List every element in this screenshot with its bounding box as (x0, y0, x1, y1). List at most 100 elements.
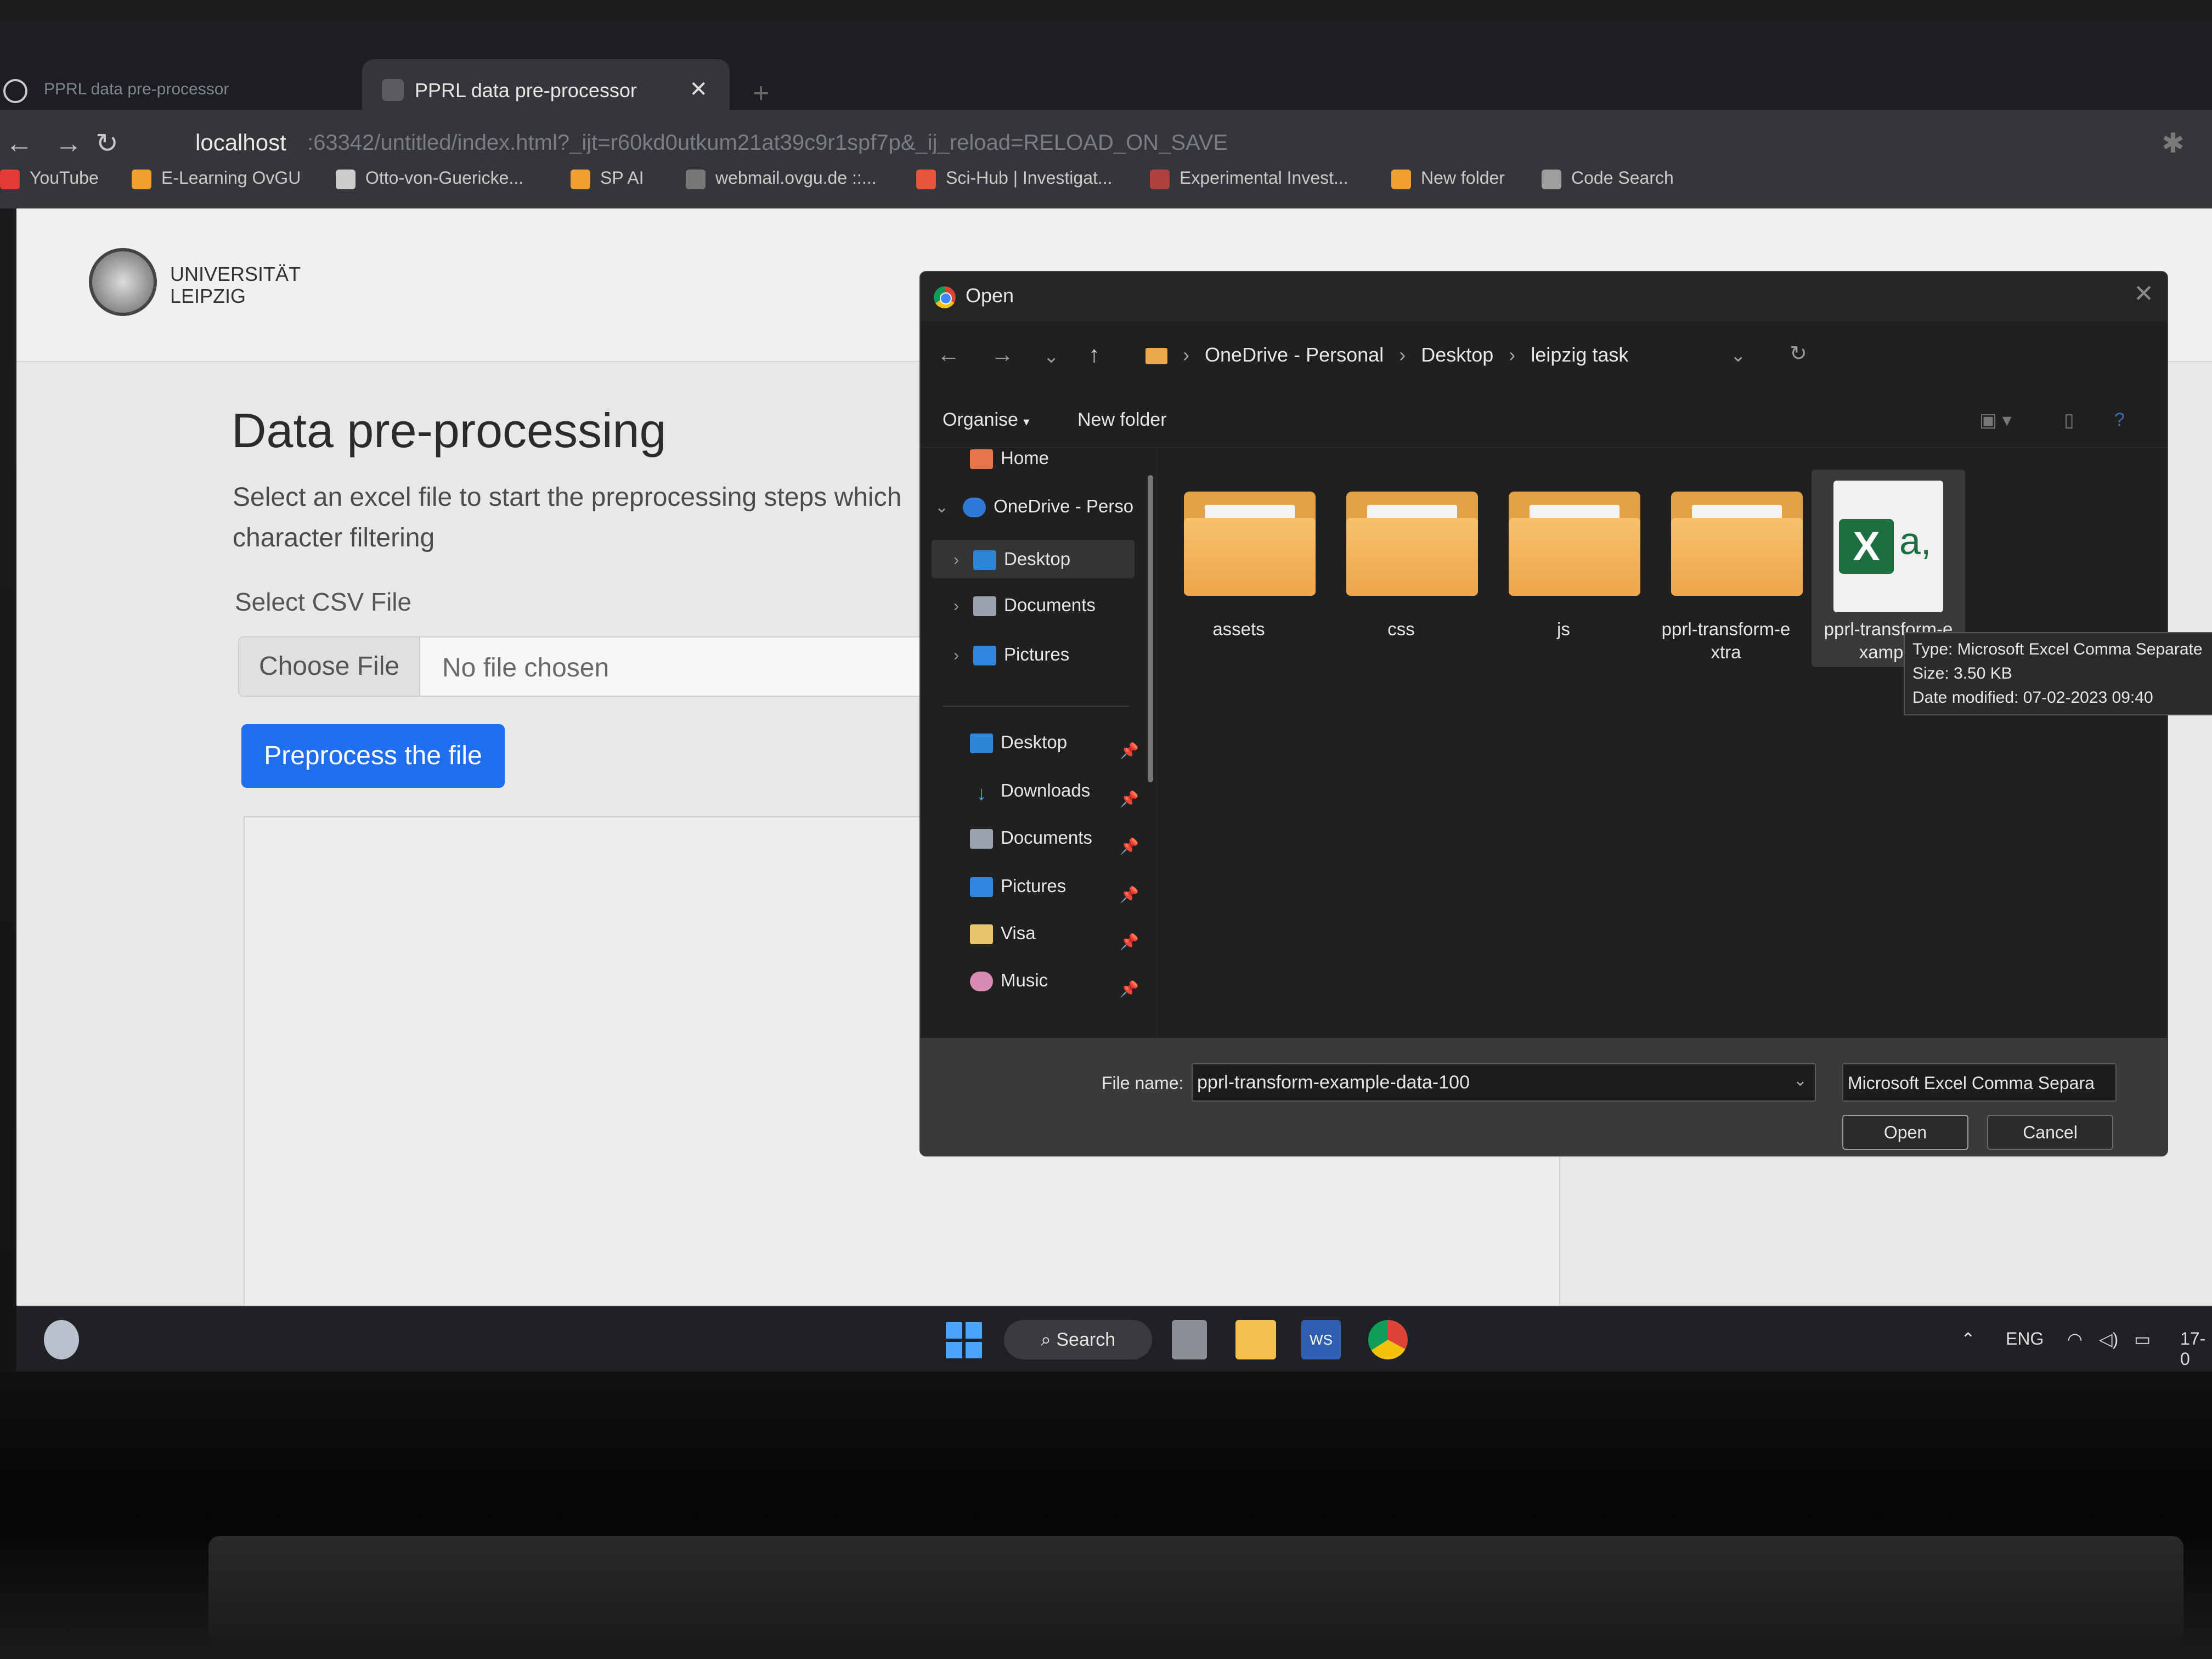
bookmark-item[interactable]: E-Learning OvGU (132, 168, 301, 189)
nav-onedrive[interactable]: ⌄ OneDrive - Perso (935, 496, 1133, 534)
pictures-icon (970, 877, 993, 898)
bookmark-item[interactable]: YouTube (0, 168, 99, 189)
chevron-down-icon[interactable]: ⌄ (1793, 1071, 1807, 1090)
choose-file-button[interactable]: Choose File (239, 637, 420, 696)
quick-access-desktop[interactable]: Desktop 📌 (970, 732, 1151, 770)
chevron-right-icon: › (953, 551, 959, 569)
wifi-icon[interactable]: ◠ (2067, 1329, 2083, 1350)
webstorm-icon[interactable]: WS (1301, 1320, 1341, 1359)
bookmark-label: SP AI (600, 168, 644, 188)
bookmark-favicon-icon (571, 169, 590, 189)
language-indicator[interactable]: ENG (2006, 1329, 2044, 1349)
music-icon (970, 972, 993, 992)
item-label: pprl-transform-e xtra (1661, 619, 1791, 662)
logo-line-1: UNIVERSITÄT (170, 263, 301, 285)
bookmark-label: Otto-von-Guericke... (365, 168, 524, 188)
bookmark-item[interactable]: New folder (1391, 168, 1505, 189)
pin-icon: 📌 (1120, 886, 1139, 903)
taskbar-search[interactable]: ⌕ Search (1004, 1320, 1152, 1359)
weather-icon[interactable] (44, 1320, 79, 1359)
nav-divider (943, 706, 1129, 707)
folder-item-assets[interactable]: UNIVERSITÄ assets (1162, 470, 1316, 667)
bookmark-item[interactable]: Sci-Hub | Investigat... (916, 168, 1113, 189)
bookmark-item[interactable]: webmail.ovgu.de ::... (686, 168, 876, 189)
refresh-icon[interactable]: ↻ (1790, 341, 1807, 366)
close-tab-icon[interactable]: ✕ (689, 77, 708, 102)
bookmark-favicon-icon (1391, 169, 1411, 189)
organise-button[interactable]: Organise ▾ (943, 409, 1029, 431)
file-type-select[interactable]: Microsoft Excel Comma Separa (1842, 1063, 2117, 1102)
nav-documents[interactable]: › Documents (953, 595, 1096, 633)
url-host[interactable]: localhost (195, 129, 286, 156)
folder-icon (1146, 348, 1167, 365)
nav-desktop[interactable]: › Desktop (932, 540, 1135, 578)
preview-pane-icon[interactable]: ▯ (2064, 409, 2074, 431)
pin-icon: 📌 (1120, 791, 1139, 808)
breadcrumb-onedrive[interactable]: OneDrive - Personal (1205, 343, 1384, 366)
quick-access-music[interactable]: Music 📌 (970, 970, 1151, 1008)
chevron-down-icon: ⌄ (935, 498, 949, 516)
tooltip-type: Type: Microsoft Excel Comma Separate (1912, 640, 2203, 658)
breadcrumb-leipzig-task[interactable]: leipzig task (1531, 343, 1628, 366)
page-title: Data pre-processing (232, 403, 667, 458)
quick-downloads-label: Downloads (1001, 780, 1091, 800)
quick-documents-label: Documents (1001, 827, 1092, 848)
quick-access-visa[interactable]: Visa 📌 (970, 923, 1151, 961)
chevron-right-icon: › (953, 597, 959, 615)
new-folder-button[interactable]: New folder (1077, 409, 1167, 431)
cancel-button[interactable]: Cancel (1987, 1115, 2113, 1150)
nav-home[interactable]: Home (970, 448, 1049, 486)
bookmark-favicon-icon (336, 169, 356, 189)
browser-tabstrip: PPRL data pre-processor PPRL data pre-pr… (0, 22, 2212, 132)
desktop-icon (970, 733, 993, 754)
quick-access-downloads[interactable]: ↓ Downloads 📌 (970, 780, 1151, 819)
clock[interactable]: 17-0 (2180, 1329, 2212, 1369)
bookmark-label: webmail.ovgu.de ::... (715, 168, 877, 188)
bookmark-favicon-icon (132, 169, 151, 189)
up-folder-icon[interactable]: ↑ (1088, 341, 1100, 368)
bookmark-item[interactable]: SP AI (571, 168, 644, 189)
file-type-value: Microsoft Excel Comma Separa (1848, 1073, 2095, 1093)
back-icon[interactable]: ← (937, 341, 960, 368)
dialog-footer: File name: pprl-transform-example-data-1… (921, 1038, 2167, 1155)
help-icon[interactable]: ? (2114, 409, 2125, 431)
view-options-icon[interactable]: ▣ ▾ (1979, 409, 2012, 431)
battery-icon[interactable]: ▭ (2134, 1329, 2151, 1350)
close-dialog-icon[interactable]: ✕ (2134, 280, 2154, 308)
no-file-chosen-text: No file chosen (442, 653, 610, 682)
nav-pictures[interactable]: › Pictures (953, 644, 1069, 682)
dialog-command-bar: Organise ▾ New folder ▣ ▾ ▯ ? (921, 393, 2167, 448)
url-path[interactable]: :63342/untitled/index.html?_ijt=r60kd0ut… (307, 131, 1228, 155)
open-button[interactable]: Open (1842, 1115, 1968, 1150)
file-explorer-icon[interactable] (1235, 1320, 1276, 1359)
laptop-hinge (208, 1536, 2183, 1646)
volume-icon[interactable]: ◁) (2099, 1329, 2118, 1350)
file-name-input[interactable]: pprl-transform-example-data-100 ⌄ (1192, 1063, 1816, 1102)
pictures-icon (973, 646, 996, 666)
quick-access-documents[interactable]: Documents 📌 (970, 827, 1151, 866)
tray-chevron-icon[interactable]: ⌃ (1961, 1329, 1976, 1350)
quick-visa-label: Visa (1001, 923, 1036, 943)
dialog-navigation-pane: Home ⌄ OneDrive - Perso › Desktop › Documen… (921, 448, 1156, 1068)
address-dropdown-icon[interactable]: ⌄ (1730, 345, 1746, 366)
folder-item-css[interactable]: css (1324, 470, 1478, 667)
file-name-value: pprl-transform-example-data-100 (1197, 1072, 1470, 1093)
folder-icon (1346, 492, 1478, 596)
chrome-taskbar-icon[interactable] (1368, 1320, 1408, 1359)
folder-item-js[interactable]: js (1487, 470, 1640, 667)
forward-icon[interactable]: → (991, 341, 1014, 368)
task-view-icon[interactable] (1172, 1320, 1207, 1359)
bookmark-item[interactable]: Code Search (1542, 168, 1674, 189)
preprocess-button[interactable]: Preprocess the file (241, 724, 505, 788)
new-tab-icon[interactable]: + (753, 77, 769, 110)
bookmark-item[interactable]: Experimental Invest... (1150, 168, 1348, 189)
bookmark-favicon-icon (1150, 169, 1170, 189)
bookmark-item[interactable]: Otto-von-Guericke... (336, 168, 523, 189)
start-icon[interactable] (946, 1320, 985, 1359)
recent-locations-icon[interactable]: ⌄ (1043, 346, 1059, 368)
breadcrumb: › OneDrive - Personal › Desktop › leipzi… (1146, 343, 1638, 366)
csv-file-input[interactable]: Choose File No file chosen (238, 636, 951, 697)
folder-item-pprl-transform-extra[interactable]: pprl-transform-e xtra (1649, 470, 1803, 667)
quick-access-pictures[interactable]: Pictures 📌 (970, 876, 1151, 914)
breadcrumb-desktop[interactable]: Desktop (1421, 343, 1493, 366)
